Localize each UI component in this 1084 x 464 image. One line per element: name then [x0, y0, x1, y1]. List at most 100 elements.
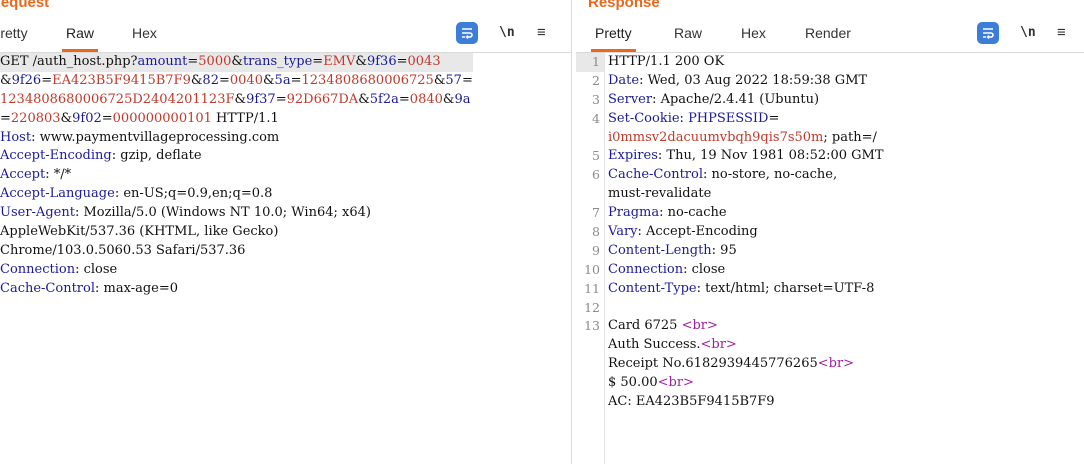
code-token: must-revalidate [608, 186, 712, 202]
code-token: HTTP/1.1 [211, 110, 279, 126]
wrap-lines-icon[interactable] [456, 22, 478, 44]
code-token: 0040 [229, 72, 263, 88]
code-line: Cache-Control: max-age=0 [0, 280, 473, 299]
line-number: 12 [584, 299, 600, 315]
line-number: 3 [592, 91, 600, 107]
request-body[interactable]: GET /auth_host.php?amount=5000&trans_typ… [0, 53, 473, 299]
code-token: Set-Cookie [608, 110, 680, 126]
code-token: Content-Length [608, 242, 712, 258]
code-token: PHPSESSID [688, 110, 769, 126]
code-token: 9f02 [72, 110, 102, 126]
line-number: 6 [592, 167, 600, 183]
code-token: EA423B5F9415B7F9 [52, 72, 191, 88]
code-token: = [0, 110, 11, 126]
code-token: : */* [45, 167, 72, 183]
code-token: Server [608, 91, 653, 107]
code-token: User-Agent [0, 205, 75, 221]
code-token: 1234808680006725D2404201123F [0, 91, 235, 107]
code-line: Accept: */* [0, 166, 473, 185]
response-pane: Response Pretty Raw Hex Render \n ≡ 12 3 4… [576, 0, 1084, 464]
code-token: GET /auth_host.php? [0, 54, 138, 69]
line-number: 7 [592, 205, 600, 221]
code-token: = [768, 110, 780, 126]
request-tab-raw[interactable]: Raw [61, 25, 99, 52]
code-token: Accept-Encoding [0, 148, 112, 164]
pane-divider[interactable] [571, 0, 572, 464]
code-token: Connection [608, 261, 684, 277]
code-line: Card 6725 <br> [608, 317, 884, 336]
code-token: = [187, 54, 199, 69]
line-number [576, 129, 604, 148]
code-token: $ 50.00 [608, 375, 658, 391]
code-line: Server: Apache/2.4.41 (Ubuntu) [608, 91, 884, 110]
line-number [576, 393, 604, 412]
show-newlines-button[interactable]: \n [499, 22, 515, 44]
code-token: AC: EA423B5F9415B7F9 [608, 394, 775, 410]
code-token: : [679, 110, 689, 126]
code-line: Host: www.paymentvillageprocessing.com [0, 129, 473, 148]
code-line: i0mmsv2dacuumvbqh9qis7s50m; path=/ [608, 129, 884, 148]
response-tab-render[interactable]: Render [805, 25, 851, 41]
code-line: AppleWebKit/537.36 (KHTML, like Gecko) [0, 223, 473, 242]
response-tab-raw[interactable]: Raw [674, 25, 702, 41]
code-token: <br> [700, 337, 737, 353]
code-token: : max-age=0 [95, 280, 179, 296]
wrap-lines-icon[interactable] [977, 22, 999, 44]
code-line: Vary: Accept-Encoding [608, 223, 884, 242]
code-token: : no-store, no-cache, [703, 167, 838, 183]
request-tab-hex[interactable]: Hex [132, 25, 157, 41]
response-tab-pretty[interactable]: Pretty [591, 25, 636, 52]
code-token: Accept-Language [0, 186, 115, 202]
code-token: trans_type [242, 54, 313, 69]
response-tab-hex[interactable]: Hex [741, 25, 766, 41]
request-editor[interactable]: GET /auth_host.php?amount=5000&trans_typ… [0, 53, 571, 464]
request-tabbar: Pretty Raw Hex \n ≡ [0, 16, 571, 53]
code-token: : Thu, 19 Nov 1981 08:52:00 GMT [657, 148, 884, 164]
menu-icon[interactable]: ≡ [1057, 22, 1066, 44]
line-number [576, 374, 604, 393]
code-token: 9f37 [246, 91, 276, 107]
code-token: 0840 [409, 91, 443, 107]
code-token: & [190, 72, 203, 88]
code-token: = [290, 72, 302, 88]
code-token: 82 [202, 72, 219, 88]
code-line: Accept-Encoding: gzip, deflate [0, 147, 473, 166]
code-line: Receipt No.6182939445776265<br> [608, 355, 884, 374]
line-number: 13 [584, 318, 600, 334]
code-line: &9f26=EA423B5F9415B7F9&82=0040&5a=123480… [0, 72, 473, 91]
code-token: Receipt No.6182939445776265 [608, 356, 818, 372]
code-token: EMV [323, 54, 356, 69]
code-token: 220803 [10, 110, 61, 126]
menu-icon[interactable]: ≡ [537, 22, 546, 44]
code-token: i0mmsv2dacuumvbqh9qis7s50m [608, 129, 824, 145]
code-token: amount [137, 54, 188, 69]
code-token: Chrome/103.0.5060.53 Safari/537.36 [0, 242, 246, 258]
request-tab-pretty[interactable]: Pretty [0, 25, 28, 41]
code-token: <br> [657, 375, 694, 391]
code-token: = [312, 54, 324, 69]
code-token: = [218, 72, 230, 88]
response-editor[interactable]: 1 2 3 4 5 6 7 8 9 10 11 12 13 HTTP/1.1 200 OK Date: W… [576, 53, 1084, 464]
line-number: 9 [592, 242, 600, 258]
code-line: Connection: close [608, 261, 884, 280]
code-token: Connection [0, 261, 76, 277]
code-token: 5000 [198, 54, 232, 69]
code-token: : Apache/2.4.41 (Ubuntu) [652, 91, 820, 107]
show-newlines-button[interactable]: \n [1020, 22, 1036, 44]
code-line: Cache-Control: no-store, no-cache, [608, 166, 884, 185]
code-token: & [0, 72, 12, 88]
code-token: 92D667DA [286, 91, 359, 107]
code-line: 1234808680006725D2404201123F&9f37=92D667… [0, 91, 473, 110]
code-line: Expires: Thu, 19 Nov 1981 08:52:00 GMT [608, 147, 884, 166]
response-tabbar: Pretty Raw Hex Render \n ≡ [576, 16, 1084, 53]
code-token: : close [75, 261, 118, 277]
code-token: = [101, 110, 113, 126]
line-number: 10 [584, 261, 600, 277]
code-token: : Accept-Encoding [637, 224, 758, 240]
response-body[interactable]: HTTP/1.1 200 OK Date: Wed, 03 Aug 2022 18… [608, 53, 884, 412]
line-number-gutter: 1 2 3 4 5 6 7 8 9 10 11 12 13 [576, 53, 605, 464]
code-token: Content-Type [608, 280, 697, 296]
code-token: & [234, 91, 247, 107]
code-token: : Mozilla/5.0 (Windows NT 10.0; Win64; x… [74, 205, 371, 221]
